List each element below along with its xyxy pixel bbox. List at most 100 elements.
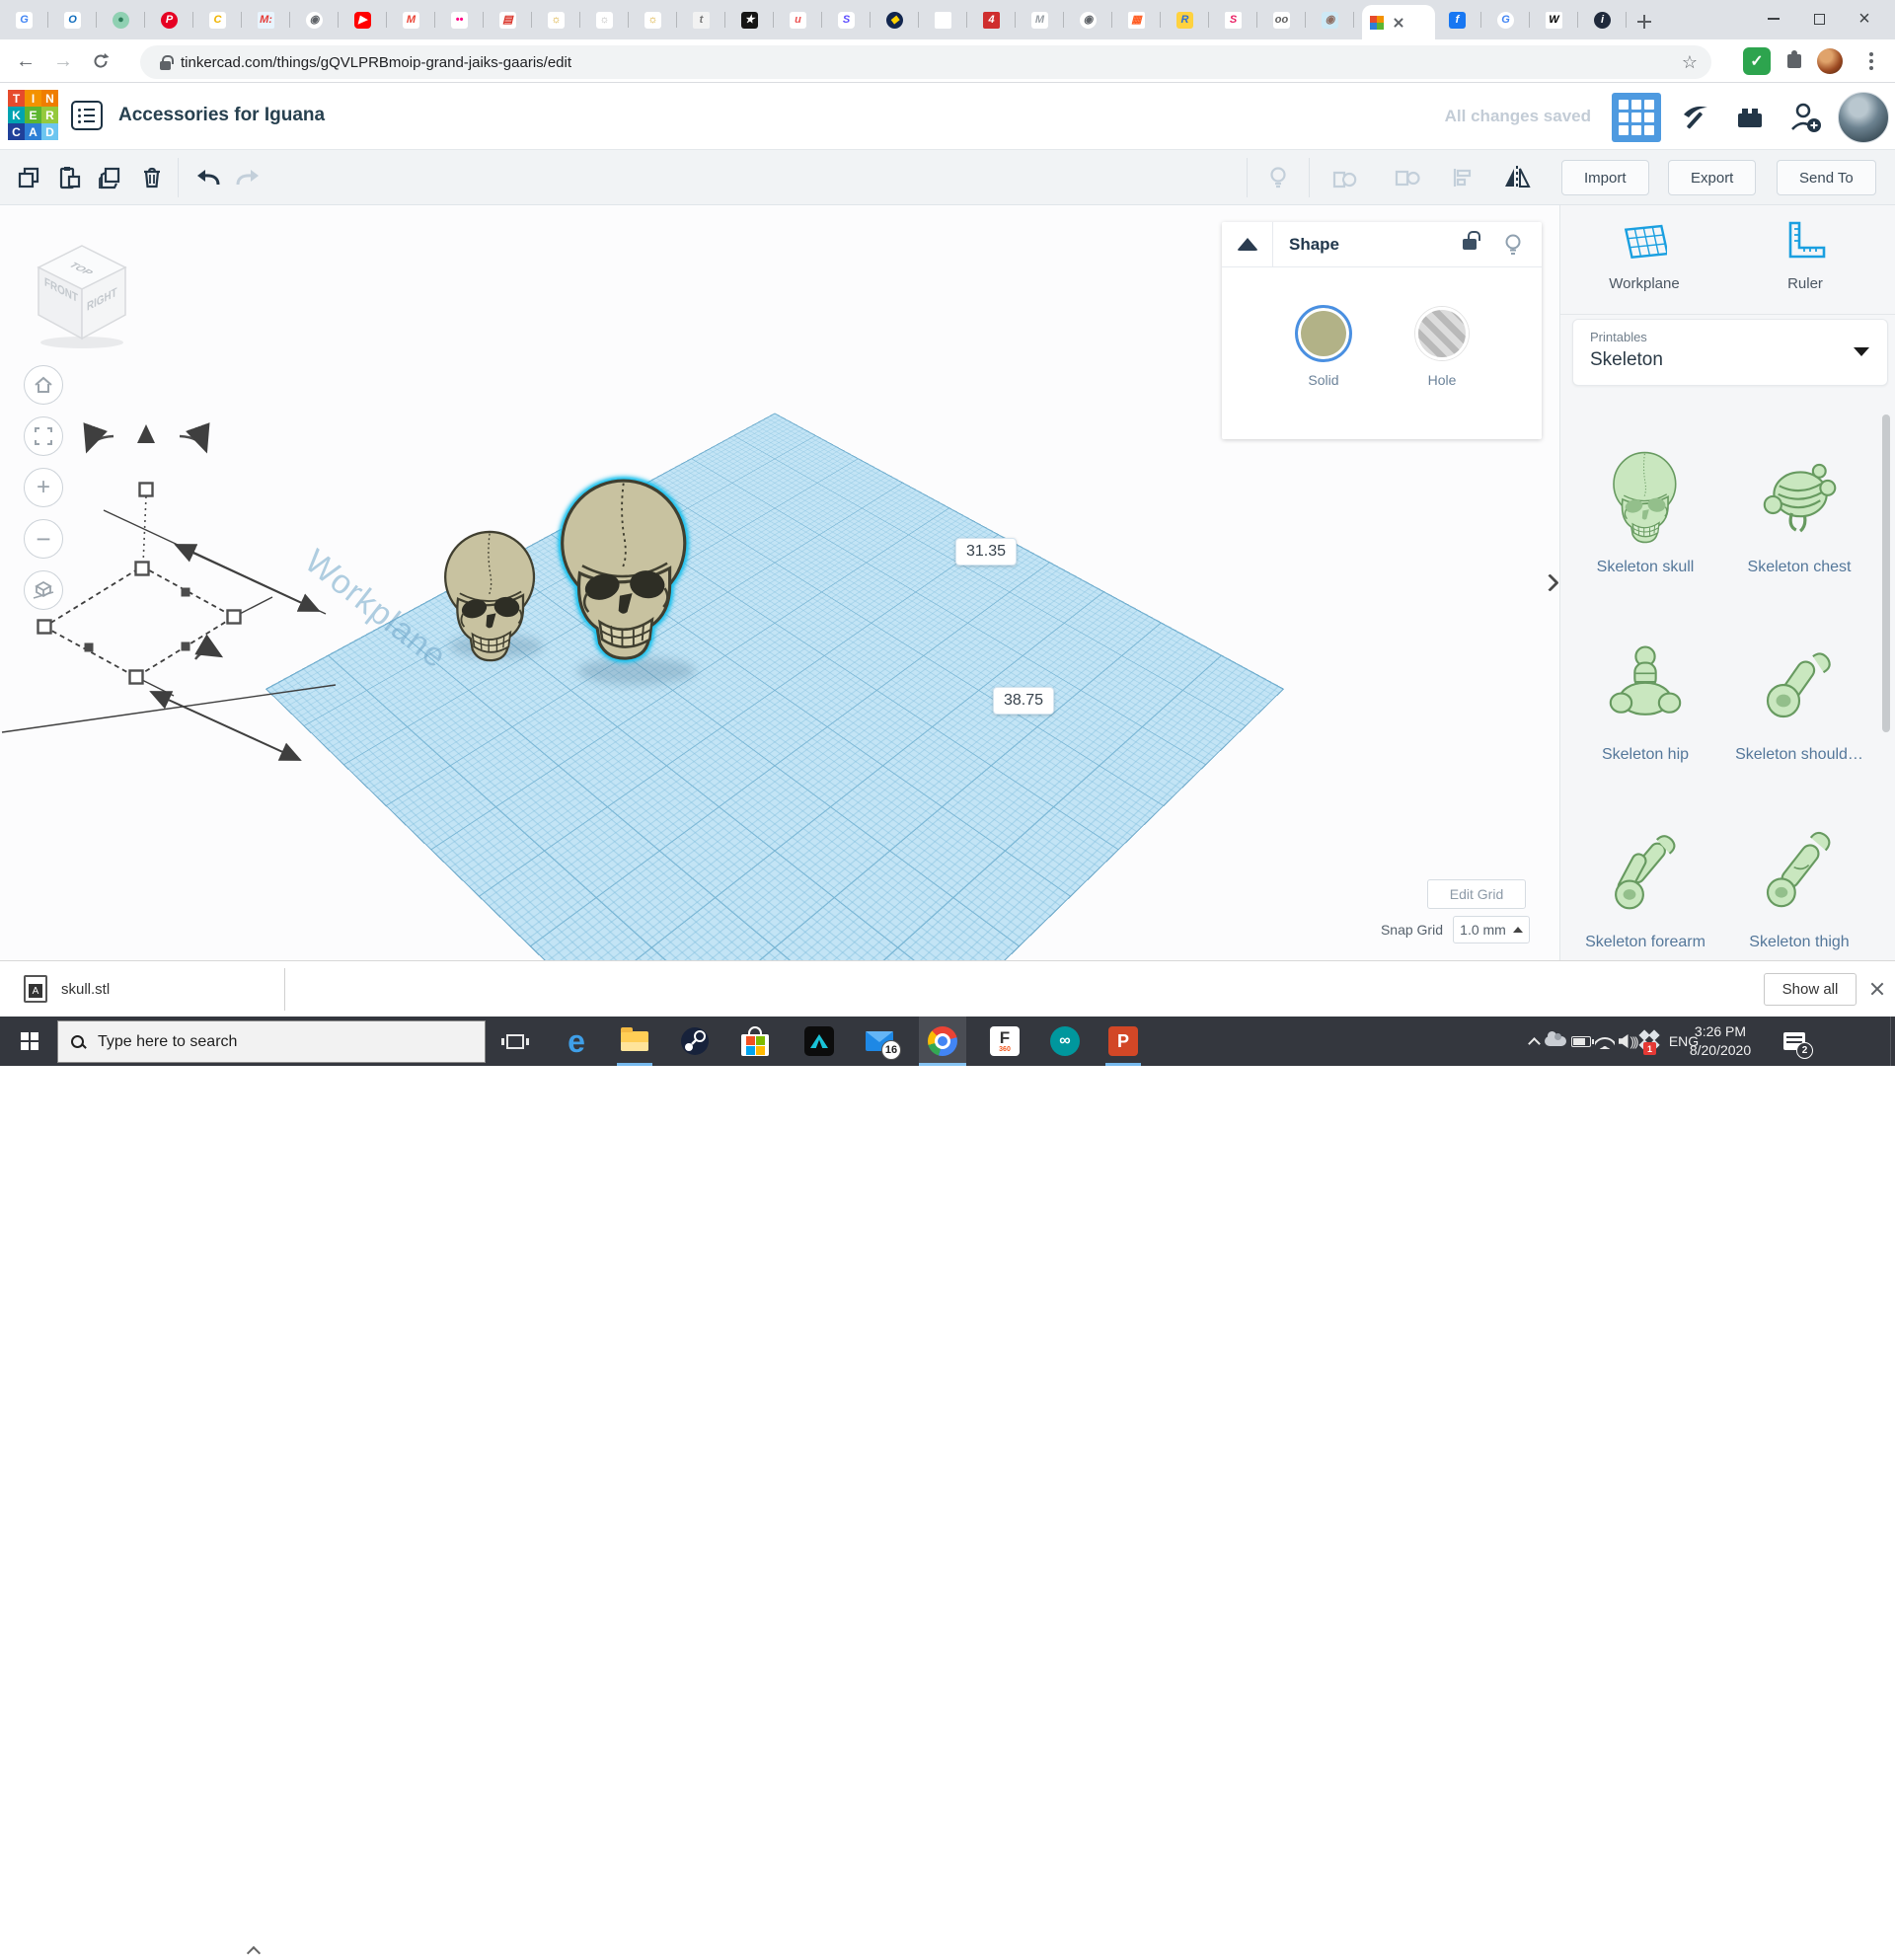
home-view-button[interactable] — [24, 365, 63, 405]
taskbar-edge[interactable]: e — [553, 1017, 600, 1066]
browser-menu-icon[interactable] — [1857, 47, 1885, 75]
pinned-tab[interactable]: M: — [242, 0, 290, 39]
pinned-tab[interactable]: ◆ — [871, 0, 919, 39]
sidebar-scrollbar[interactable] — [1882, 415, 1890, 732]
task-view-button[interactable] — [492, 1017, 539, 1066]
taskbar-clock[interactable]: 3:26 PM 8/20/2020 — [1678, 1017, 1763, 1066]
skull-model-small[interactable] — [436, 528, 545, 664]
redo-button[interactable] — [233, 163, 263, 192]
workplane-tool[interactable]: Workplane — [1585, 219, 1704, 292]
blocks-view-button[interactable] — [1612, 93, 1661, 142]
share-invite-button[interactable] — [1781, 93, 1830, 142]
new-tab-button[interactable] — [1630, 8, 1658, 36]
solid-swatch[interactable] — [1295, 305, 1352, 362]
minecraft-export-button[interactable] — [1670, 93, 1719, 142]
pinned-tab[interactable]: M — [387, 0, 435, 39]
taskbar-powerpoint[interactable]: P — [1099, 1017, 1147, 1066]
browser-profile-avatar[interactable] — [1816, 47, 1844, 75]
fit-view-button[interactable] — [24, 416, 63, 456]
pinned-tab[interactable]: ◉ — [290, 0, 339, 39]
import-button[interactable]: Import — [1561, 160, 1649, 195]
shape-item[interactable]: Skeleton chest — [1722, 395, 1876, 582]
taskbar-file-explorer[interactable] — [611, 1017, 658, 1066]
address-bar[interactable]: tinkercad.com/things/gQVLPRBmoip-grand-j… — [140, 45, 1711, 79]
pinned-tab[interactable]: P — [145, 0, 193, 39]
shape-item[interactable]: Skeleton hip — [1568, 582, 1722, 770]
taskbar-steam[interactable] — [671, 1017, 719, 1066]
pinned-tab[interactable]: ☼ — [629, 0, 677, 39]
group-button[interactable] — [1328, 163, 1358, 192]
start-button[interactable] — [10, 1017, 49, 1066]
tab-close-icon[interactable] — [1392, 16, 1405, 30]
align-button[interactable] — [1449, 163, 1478, 192]
zoom-out-button[interactable]: − — [24, 519, 63, 559]
taskbar-mail[interactable]: 16 — [856, 1017, 903, 1066]
design-menu-button[interactable] — [71, 101, 103, 130]
skull-model-selected[interactable] — [550, 476, 700, 663]
user-avatar[interactable] — [1838, 92, 1889, 143]
dimension-depth-value[interactable]: 38.75 — [993, 687, 1055, 715]
pinned-tab[interactable]: ▶ — [339, 0, 387, 39]
pinned-tab[interactable]: t — [677, 0, 725, 39]
pinned-tab[interactable]: 4 — [967, 0, 1016, 39]
pinned-tab[interactable]: C — [193, 0, 242, 39]
pinned-tab[interactable]: ● — [97, 0, 145, 39]
view-cube[interactable]: TOP FRONT RIGHT — [28, 240, 136, 350]
window-minimize-button[interactable] — [1751, 0, 1796, 38]
pinned-tab[interactable]: ▤ — [484, 0, 532, 39]
pinned-tab[interactable]: G — [0, 0, 48, 39]
pinned-tab[interactable]: ☼ — [532, 0, 580, 39]
show-desktop-strip[interactable] — [1890, 1017, 1895, 1066]
onedrive-tray-icon[interactable] — [1542, 1017, 1569, 1066]
perspective-toggle-button[interactable] — [24, 570, 63, 610]
visibility-lightbulb-icon[interactable] — [1502, 233, 1524, 257]
pinned-tab[interactable]: i — [1578, 0, 1627, 39]
window-close-button[interactable]: × — [1842, 0, 1887, 38]
extension-check-icon[interactable]: ✓ — [1743, 47, 1771, 75]
back-button[interactable]: ← — [10, 45, 41, 77]
volume-tray-icon[interactable]: ))) — [1615, 1017, 1640, 1066]
copy-button[interactable] — [14, 163, 43, 192]
pinned-tab[interactable]: •• — [435, 0, 484, 39]
pinned-tab[interactable]: O — [48, 0, 97, 39]
shape-category-dropdown[interactable]: Printables Skeleton — [1572, 319, 1888, 386]
show-all-downloads-button[interactable]: Show all — [1764, 973, 1857, 1006]
duplicate-button[interactable] — [95, 163, 124, 192]
forward-button[interactable]: → — [47, 45, 79, 77]
pinned-tab[interactable]: ★ — [725, 0, 774, 39]
pinned-tab[interactable]: ▦ — [1112, 0, 1161, 39]
active-tab-tinkercad[interactable] — [1362, 5, 1435, 39]
file-menu-chevron-icon[interactable] — [246, 1945, 262, 1960]
url-text[interactable]: tinkercad.com/things/gQVLPRBmoip-grand-j… — [181, 54, 571, 71]
window-maximize-button[interactable] — [1796, 0, 1842, 38]
refresh-button[interactable] — [85, 45, 116, 77]
shape-item[interactable]: Skeleton skull — [1568, 395, 1722, 582]
downloaded-file-chip[interactable]: A skull.stl — [24, 975, 110, 1003]
sidebar-collapse-chevron[interactable] — [1541, 565, 1559, 599]
dimension-width-value[interactable]: 31.35 — [955, 538, 1018, 565]
pinned-tab[interactable] — [919, 0, 967, 39]
pinned-tab[interactable]: u — [774, 0, 822, 39]
taskbar-search[interactable] — [57, 1020, 486, 1063]
bookmark-star-icon[interactable]: ☆ — [1682, 52, 1698, 73]
hole-swatch[interactable] — [1415, 307, 1469, 360]
taskbar-ms-store[interactable] — [731, 1017, 779, 1066]
downloads-bar-close-icon[interactable] — [1866, 978, 1888, 1000]
pinned-tab[interactable]: f — [1433, 0, 1481, 39]
pinned-tab[interactable]: G — [1481, 0, 1530, 39]
send-to-button[interactable]: Send To — [1777, 160, 1876, 195]
pinned-tab[interactable]: S — [822, 0, 871, 39]
pinned-tab[interactable]: M — [1016, 0, 1064, 39]
shape-item[interactable]: Skeleton forearm — [1568, 770, 1722, 957]
snap-grid-select[interactable]: 1.0 mm — [1453, 916, 1530, 943]
pinned-tab[interactable]: ☼ — [580, 0, 629, 39]
mirror-button[interactable] — [1502, 163, 1532, 192]
undo-button[interactable] — [193, 163, 223, 192]
export-button[interactable]: Export — [1668, 160, 1757, 195]
panel-collapse-button[interactable] — [1222, 222, 1273, 266]
taskbar-predator[interactable] — [796, 1017, 843, 1066]
pinned-tab[interactable]: ◉ — [1064, 0, 1112, 39]
extensions-puzzle-icon[interactable] — [1781, 47, 1808, 75]
search-input[interactable] — [96, 1031, 473, 1052]
pinned-tab[interactable]: oo — [1257, 0, 1306, 39]
